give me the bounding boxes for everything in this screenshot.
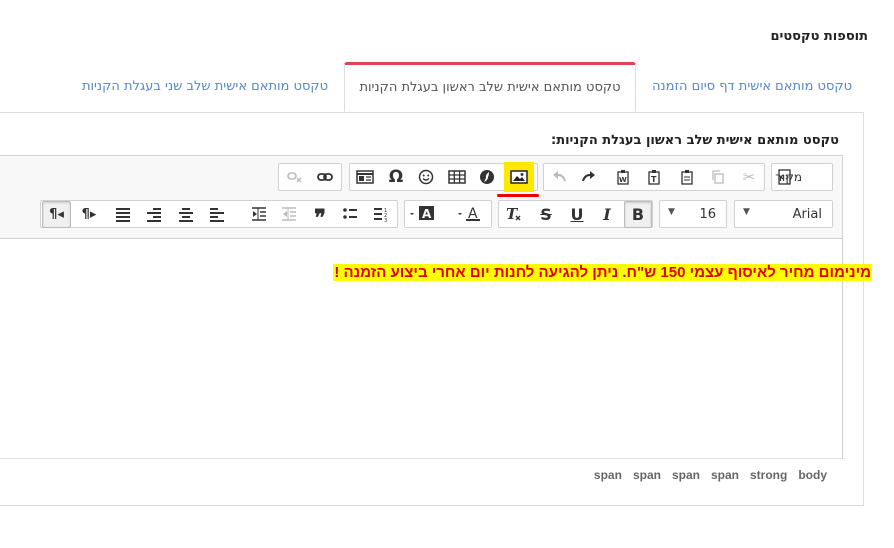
underline-button[interactable]: U <box>564 201 590 227</box>
paste-word-icon[interactable]: W <box>610 164 636 190</box>
table-icon[interactable] <box>444 164 470 190</box>
blockquote-icon[interactable]: ❞ <box>307 201 333 231</box>
svg-text:T: T <box>651 175 657 184</box>
tab-cart-step-two[interactable]: טקסט מותאם אישית שלב שני בעגלת הקניות <box>70 64 340 112</box>
element-path: body strong span span span span <box>594 468 827 482</box>
path-item[interactable]: body <box>798 468 827 482</box>
remove-format-icon[interactable]: T <box>501 201 527 227</box>
tab-cart-step-one[interactable]: טקסט מותאם אישית שלב ראשון בעגלת הקניות <box>344 62 636 112</box>
path-item[interactable]: span <box>711 468 739 482</box>
tab-order-end[interactable]: טקסט מותאם אישית דף סיום הזמנה <box>640 64 864 112</box>
paste-text-icon[interactable]: T <box>641 164 667 190</box>
bg-color-icon[interactable]: A <box>408 201 444 227</box>
align-right-icon[interactable] <box>141 201 167 227</box>
align-center-icon[interactable] <box>173 201 199 227</box>
special-char-icon[interactable]: Ω <box>383 164 409 190</box>
undo-icon[interactable] <box>546 164 572 190</box>
font-size-value: 16 <box>699 207 716 222</box>
font-family-select[interactable]: Arial ▼ <box>734 200 833 228</box>
link-icon[interactable] <box>312 164 338 190</box>
font-family-value: Arial <box>792 207 822 222</box>
chevron-down-icon: ▼ <box>743 207 750 217</box>
flash-icon[interactable] <box>474 164 500 190</box>
cut-icon[interactable]: ✂ <box>736 164 762 190</box>
indent-icon[interactable] <box>246 201 272 227</box>
unlink-icon[interactable] <box>282 164 308 190</box>
section-title: תוספות טקסטים <box>770 29 868 44</box>
font-size-select[interactable]: 16 ▼ <box>659 200 727 228</box>
svg-text:W: W <box>619 176 627 184</box>
highlight-underline <box>497 194 539 197</box>
editor-content-text[interactable]: מינימום מחיר לאיסוף עצמי 150 ש"ח. ניתן ל… <box>333 264 872 281</box>
bold-button[interactable]: B <box>624 201 652 228</box>
strike-button[interactable]: S <box>533 201 559 227</box>
path-item[interactable]: strong <box>750 468 787 482</box>
copy-icon[interactable] <box>705 164 731 190</box>
field-label: טקסט מותאם אישית שלב ראשון בעגלת הקניות: <box>551 133 839 148</box>
text-color-icon[interactable]: A <box>456 201 488 227</box>
source-button[interactable] <box>771 163 833 191</box>
ltr-direction-icon[interactable]: ¶▸ <box>76 201 102 227</box>
path-item[interactable]: span <box>594 468 622 482</box>
redo-icon[interactable] <box>576 164 602 190</box>
smiley-icon[interactable] <box>413 164 439 190</box>
svg-text:3: 3 <box>384 218 387 222</box>
outdent-icon[interactable] <box>276 201 302 227</box>
chevron-down-icon: ▼ <box>668 207 675 217</box>
paste-icon[interactable] <box>674 164 700 190</box>
image-icon[interactable] <box>504 162 534 192</box>
iframe-icon[interactable] <box>352 164 378 190</box>
path-item[interactable]: span <box>672 468 700 482</box>
italic-button[interactable]: I <box>594 201 620 227</box>
bulleted-list-icon[interactable] <box>337 201 363 227</box>
svg-text:A: A <box>422 207 432 221</box>
align-left-icon[interactable] <box>204 201 230 227</box>
align-justify-icon[interactable] <box>110 201 136 227</box>
path-item[interactable]: span <box>633 468 661 482</box>
numbered-list-icon[interactable]: 123 <box>368 201 394 227</box>
rtl-direction-icon[interactable]: ¶◂ <box>42 201 71 228</box>
